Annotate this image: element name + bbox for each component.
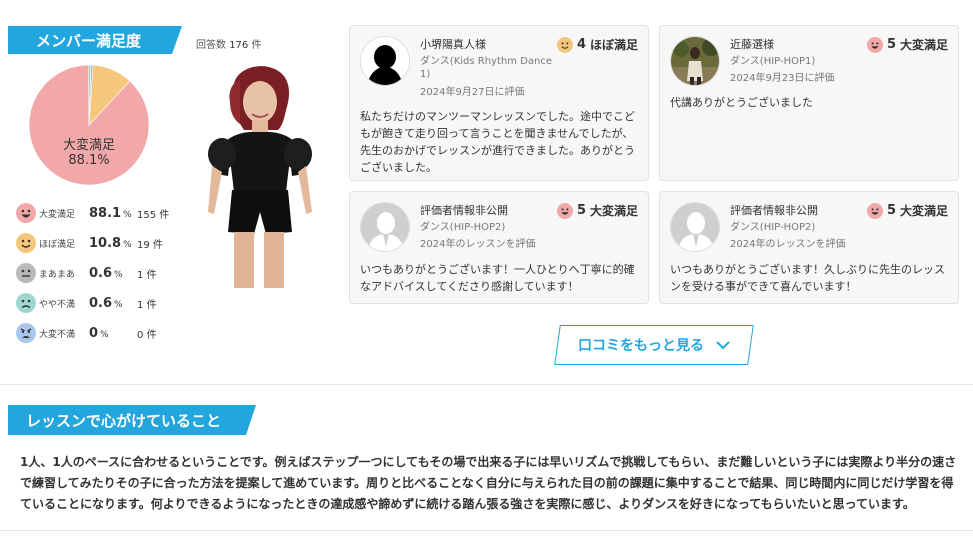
distribution-label: やや不満 bbox=[39, 299, 76, 310]
distribution-count: 1 件 bbox=[137, 299, 157, 311]
lesson-heading: レッスンで心がけていること bbox=[8, 405, 256, 435]
distribution-count: 155 件 bbox=[137, 209, 170, 221]
review-card: 近藤選様 ダンス(HIP-HOP1) 2024年9月23日に評価 5 大変満足 代… bbox=[659, 25, 959, 181]
chevron-down-icon bbox=[716, 341, 730, 350]
distribution-percent: 88.1% bbox=[89, 205, 132, 221]
satisfaction-heading: メンバー満足度 bbox=[8, 26, 182, 54]
section-divider bbox=[0, 530, 973, 531]
review-card: 評価者情報非公開 ダンス(HIP-HOP2) 2024年のレッスンを評価 5 大変… bbox=[659, 191, 959, 304]
reviewer-avatar bbox=[360, 202, 410, 252]
very-satisfied-face-icon bbox=[16, 203, 36, 223]
neutral-face-icon bbox=[16, 263, 36, 283]
review-date: 2024年9月27日に評価 bbox=[420, 87, 525, 98]
distribution-percent: 0% bbox=[89, 325, 109, 341]
reviewer-name: 小堺陽真人様 bbox=[420, 38, 486, 51]
review-comment: いつもありがとうございます！一人ひとりへ丁寧に的確なアドバイスしてくださり感謝し… bbox=[360, 263, 635, 293]
distribution-row: ほぼ満足 10.8% 19 件 bbox=[16, 232, 163, 254]
review-card: 評価者情報非公開 ダンス(HIP-HOP2) 2024年のレッスンを評価 5 大変… bbox=[349, 191, 649, 304]
very-satisfied-face-icon bbox=[866, 202, 883, 219]
very-satisfied-face-icon bbox=[866, 36, 883, 53]
distribution-percent: 0.6% bbox=[89, 265, 123, 281]
response-count: 回答数 176 件 bbox=[196, 40, 262, 51]
lesson-description: 1人、1人のペースに合わせるということです。例えばステップ一つにしてもその場で出… bbox=[20, 455, 957, 511]
more-reviews-button[interactable]: 口コミをもっと見る bbox=[554, 325, 754, 365]
reviewer-name: 近藤選様 bbox=[730, 38, 774, 51]
very-dissatisfied-face-icon bbox=[16, 323, 36, 343]
review-date: 2024年9月23日に評価 bbox=[730, 73, 835, 84]
review-date: 2024年のレッスンを評価 bbox=[730, 239, 846, 250]
satisfied-face-icon bbox=[556, 36, 573, 53]
review-comment: 私たちだけのマンツーマンレッスンでした。途中でこどもが飽きて走り回って言うことを… bbox=[360, 110, 635, 174]
distribution-count: 1 件 bbox=[137, 269, 157, 281]
distribution-label: まあまあ bbox=[39, 269, 76, 280]
distribution-percent: 0.6% bbox=[89, 295, 123, 311]
review-rating: 5 大変満足 bbox=[866, 202, 948, 219]
distribution-percent: 10.8% bbox=[89, 235, 132, 251]
distribution-label: 大変不満 bbox=[39, 329, 76, 340]
distribution-row: やや不満 0.6% 1 件 bbox=[16, 292, 157, 314]
review-genre: ダンス(HIP-HOP1) bbox=[730, 56, 816, 67]
very-satisfied-face-icon bbox=[556, 202, 573, 219]
review-genre: ダンス(Kids Rhythm Dance 1) bbox=[420, 56, 552, 80]
distribution-row: 大変不満 0% 0 件 bbox=[16, 322, 157, 344]
section-divider bbox=[0, 384, 973, 385]
review-genre: ダンス(HIP-HOP2) bbox=[420, 222, 506, 233]
review-comment: いつもありがとうございます！久しぶりに先生のレッスンを受ける事ができて喜んでいま… bbox=[670, 263, 945, 293]
dissatisfied-face-icon bbox=[16, 293, 36, 313]
teacher-photo bbox=[208, 66, 312, 288]
satisfied-face-icon bbox=[16, 233, 36, 253]
review-genre: ダンス(HIP-HOP2) bbox=[730, 222, 816, 233]
reviewer-avatar bbox=[360, 36, 410, 86]
review-rating: 4 ほぼ満足 bbox=[556, 36, 638, 53]
reviewer-name: 評価者情報非公開 bbox=[420, 204, 508, 217]
review-rating: 5 大変満足 bbox=[866, 36, 948, 53]
distribution-row: まあまあ 0.6% 1 件 bbox=[16, 262, 157, 284]
review-rating: 5 大変満足 bbox=[556, 202, 638, 219]
distribution-label: ほぼ満足 bbox=[39, 239, 76, 250]
distribution-row: 大変満足 88.1% 155 件 bbox=[16, 202, 169, 224]
distribution-count: 0 件 bbox=[137, 329, 157, 341]
review-date: 2024年のレッスンを評価 bbox=[420, 239, 536, 250]
reviewer-name: 評価者情報非公開 bbox=[730, 204, 818, 217]
review-card: 小堺陽真人様 ダンス(Kids Rhythm Dance 1) 2024年9月2… bbox=[349, 25, 649, 181]
distribution-count: 19 件 bbox=[137, 239, 163, 251]
pie-center-label: 大変満足 88.1% bbox=[62, 138, 115, 168]
distribution-label: 大変満足 bbox=[39, 209, 76, 220]
reviewer-avatar bbox=[670, 36, 720, 86]
reviewer-avatar bbox=[670, 202, 720, 252]
review-comment: 代講ありがとうございました bbox=[670, 96, 813, 109]
